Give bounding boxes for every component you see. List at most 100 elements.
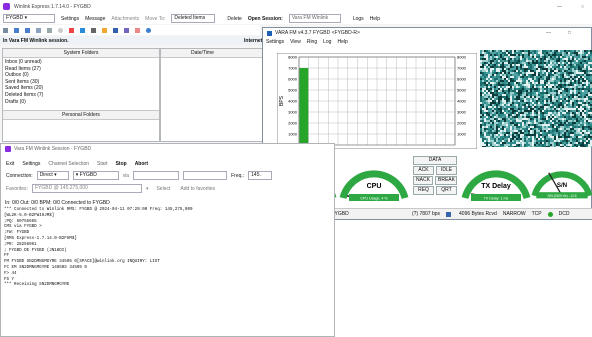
bytes-readout: 4096 Bytes Rcvd — [459, 211, 497, 217]
reply-icon[interactable] — [14, 27, 19, 33]
cpu-sub: CPU Usage: 4 % — [360, 197, 388, 201]
folder-inbox[interactable]: Inbox (0 unread) — [5, 59, 157, 66]
internet-status: Internet — [244, 37, 263, 44]
tx-delay-gauge: TX Delay TX Delay: 1 ms — [461, 170, 531, 201]
column-date-time[interactable]: Date/Time — [161, 49, 266, 58]
vara-menu-settings[interactable]: Settings — [266, 39, 284, 45]
ack-indicator: ACK — [413, 166, 434, 175]
main-title: Winlink Express 1.7.14.0 - FYGBD — [14, 3, 91, 10]
folder-sent[interactable]: Sent Items (30) — [5, 79, 157, 86]
session-title-bar: Vara FM Winlink Session - FYGBD — [1, 144, 334, 153]
settings-icon[interactable] — [80, 27, 85, 33]
close-icon[interactable]: ○ — [581, 4, 584, 10]
folder-icon[interactable] — [102, 27, 107, 33]
add-to-favorites-button[interactable]: Add to favorites — [180, 186, 215, 192]
session-icon — [5, 145, 11, 152]
session-abort[interactable]: Abort — [135, 161, 148, 167]
freq-label: Freq.: — [231, 172, 245, 179]
via-field[interactable] — [133, 171, 180, 180]
main-toolbar — [0, 25, 260, 35]
session-log-line: *** Receiving SN2DMNGMGYRE — [4, 283, 70, 288]
menu-open-session[interactable]: Open Session: — [248, 16, 283, 22]
vara-maximize-icon[interactable]: □ — [568, 30, 571, 36]
select-button[interactable]: Select — [156, 186, 170, 192]
chart-bar — [299, 68, 309, 145]
menu-help[interactable]: Help — [370, 16, 380, 22]
folder-outbox[interactable]: Outbox (0) — [5, 72, 157, 79]
session-exit[interactable]: Exit — [6, 161, 14, 167]
session-settings[interactable]: Settings — [22, 161, 40, 167]
vara-icon — [267, 30, 272, 36]
sn-gauge: S/N S/N (2500 Hz): -12.8 — [531, 171, 592, 199]
sn-sub: S/N (2500 Hz): -12.8 — [547, 194, 576, 198]
chart-tick-label: 3000 — [457, 110, 467, 115]
session-title: Vara FM Winlink Session - FYGBD — [14, 145, 92, 152]
session-stop[interactable]: Stop — [116, 161, 127, 167]
vara-title: VARA FM v4.3.7 FYGBD <FYGBD-R> — [275, 30, 360, 36]
chart-tick-label: 6000 — [457, 77, 467, 82]
vara-menu-help[interactable]: Help — [337, 39, 347, 45]
chart-tick-label: 7000 — [288, 66, 298, 71]
star-icon[interactable] — [135, 27, 140, 33]
session-status: In: 0/0 Out: 0/0 BPM: 0/0 Connected to F… — [5, 200, 110, 206]
chart-tick-label: 5000 — [457, 88, 467, 93]
folder-drafts[interactable]: Drafts (0) — [5, 99, 157, 106]
search-icon[interactable] — [58, 27, 63, 33]
vara-menu-view[interactable]: View — [290, 39, 301, 45]
sn-label: S/N — [557, 182, 568, 189]
dcd-indicator-icon — [547, 211, 553, 217]
freq-field[interactable]: 145. — [248, 171, 273, 180]
chart-tick-label: 1000 — [288, 132, 298, 137]
vara-minimize-icon[interactable]: — — [546, 30, 551, 36]
status-buttons: DATA ACK IDLE NACK BREAK REQ QRT — [413, 156, 457, 195]
attach-icon[interactable] — [91, 27, 96, 33]
favorites-row: Favorites: FYGBD @ 145.275,000 ▾ Select … — [6, 184, 215, 193]
session-type-select[interactable]: Vara FM Winlink — [288, 14, 341, 23]
bytes-icon — [446, 211, 452, 217]
chart-tick-label: 4000 — [288, 99, 298, 104]
folder-saved[interactable]: Saved Items (20) — [5, 85, 157, 92]
minimize-icon[interactable]: — — [557, 4, 562, 10]
chart-tick-label: 5000 — [288, 88, 298, 93]
folder-deleted[interactable]: Deleted Items (7) — [5, 92, 157, 99]
personal-folders-header: Personal Folders — [3, 110, 159, 120]
vara-menu-ring[interactable]: Ring — [307, 39, 317, 45]
contacts-icon[interactable] — [124, 27, 129, 33]
aux-field[interactable] — [183, 171, 228, 180]
chart-ylabel: BPS — [279, 95, 285, 106]
menu-move-to: Move To: — [145, 15, 166, 22]
folders-panel: System Folders Inbox (0 unread) Read Ite… — [2, 48, 160, 142]
session-start[interactable]: Start — [97, 161, 108, 167]
callsign-select[interactable]: FYGBD ▾ — [3, 14, 55, 23]
chart-tick-label: 8000 — [457, 55, 467, 60]
menu-message[interactable]: Message — [85, 16, 105, 22]
add-icon[interactable] — [69, 27, 74, 33]
bps-readout: (?) 7807 bps — [411, 211, 441, 217]
forward-icon[interactable] — [36, 27, 41, 33]
reply-all-icon[interactable] — [25, 27, 30, 33]
help-icon[interactable] — [146, 27, 151, 33]
new-message-icon[interactable] — [3, 27, 8, 33]
move-to-select[interactable]: Deleted Items — [171, 14, 216, 23]
folder-read[interactable]: Read Items (27) — [5, 66, 157, 73]
favorites-select[interactable]: FYGBD @ 145.275,000 — [31, 184, 142, 193]
connection-type-select[interactable]: Direct ▾ — [36, 171, 69, 180]
bandwidth-readout: NARROW — [502, 211, 526, 217]
chart-tick-label: 2000 — [288, 121, 298, 126]
save-icon[interactable] — [113, 27, 118, 33]
main-menu-bar: FYGBD ▾ Settings Message Attachments Mov… — [0, 13, 592, 24]
nack-indicator: NACK — [413, 176, 433, 185]
menu-delete[interactable]: Delete — [227, 16, 241, 22]
print-icon[interactable] — [47, 27, 52, 33]
session-channel-selection[interactable]: Channel Selection — [48, 161, 89, 167]
break-indicator: BREAK — [435, 176, 457, 185]
menu-attachments[interactable]: Attachments — [111, 16, 139, 22]
favorites-dropdown-icon[interactable]: ▾ — [146, 186, 149, 192]
session-log: *** Connected to Winlink RMS: FYGBD @ 20… — [4, 208, 330, 332]
chart-tick-label: 4000 — [457, 99, 467, 104]
vara-menu-log[interactable]: Log — [323, 39, 331, 45]
menu-settings[interactable]: Settings — [61, 16, 79, 22]
menu-logs[interactable]: Logs — [353, 16, 364, 22]
app-icon — [3, 3, 10, 10]
call-select[interactable]: ▾ FYGBD — [72, 171, 119, 180]
